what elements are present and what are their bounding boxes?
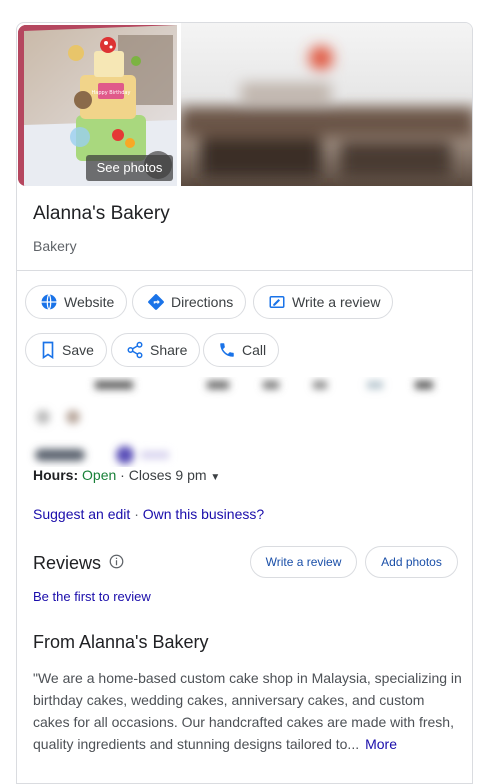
globe-icon: [41, 294, 57, 310]
suggest-edit-link[interactable]: Suggest an edit: [33, 506, 130, 522]
info-icon[interactable]: [109, 554, 124, 569]
reviews-heading: Reviews: [33, 553, 102, 573]
business-category: Bakery: [33, 238, 77, 254]
hours-label: Hours:: [33, 467, 79, 483]
business-panel: Happy Birthday See photos Alanna's Baker…: [16, 22, 473, 784]
save-label: Save: [62, 342, 94, 358]
website-label: Website: [64, 294, 115, 310]
from-business-heading: From Alanna's Bakery: [33, 632, 209, 652]
description-text: "We are a home-based custom cake shop in…: [33, 670, 462, 752]
photo-strip: Happy Birthday See photos: [17, 23, 472, 186]
caret-down-icon[interactable]: ▼: [210, 472, 220, 483]
hours-row[interactable]: Hours: Open · Closes 9 pm ▼: [33, 467, 220, 483]
share-icon: [127, 341, 143, 359]
edit-links: Suggest an edit · Own this business?: [33, 506, 264, 522]
hours-separator: ·: [120, 467, 125, 483]
phone-icon: [220, 343, 234, 357]
see-photos-button[interactable]: See photos: [86, 155, 173, 181]
own-business-link[interactable]: Own this business?: [143, 506, 264, 522]
more-link[interactable]: More: [365, 736, 397, 752]
directions-label: Directions: [171, 294, 234, 310]
website-button[interactable]: Website: [25, 285, 128, 319]
business-name: Alanna's Bakery: [33, 203, 170, 224]
cake-topper-text: Happy Birthday: [92, 90, 131, 96]
share-label: Share: [150, 342, 188, 358]
save-button[interactable]: Save: [25, 333, 107, 367]
share-button[interactable]: Share: [111, 333, 201, 367]
closing-time: Closes 9 pm: [128, 467, 207, 483]
add-photos-button[interactable]: Add photos: [365, 546, 458, 578]
open-status: Open: [82, 467, 117, 483]
directions-button[interactable]: Directions: [132, 285, 247, 319]
write-review-action-button[interactable]: Write a review: [253, 285, 394, 319]
directions-icon: [148, 294, 164, 310]
call-label: Call: [242, 342, 267, 358]
blurred-photo: [181, 23, 472, 186]
main-photo[interactable]: Happy Birthday See photos: [18, 25, 177, 186]
write-review-icon: [269, 296, 285, 308]
write-review-label: Write a review: [292, 294, 381, 310]
redacted-info-area: [35, 381, 433, 464]
first-review-link[interactable]: Be the first to review: [33, 589, 151, 604]
bookmark-icon: [42, 341, 54, 359]
call-button[interactable]: Call: [203, 333, 280, 367]
secondary-photo[interactable]: [181, 23, 472, 186]
links-separator: ·: [134, 506, 139, 522]
business-description: "We are a home-based custom cake shop in…: [33, 667, 463, 755]
divider: [17, 270, 472, 271]
write-review-button[interactable]: Write a review: [250, 546, 357, 578]
